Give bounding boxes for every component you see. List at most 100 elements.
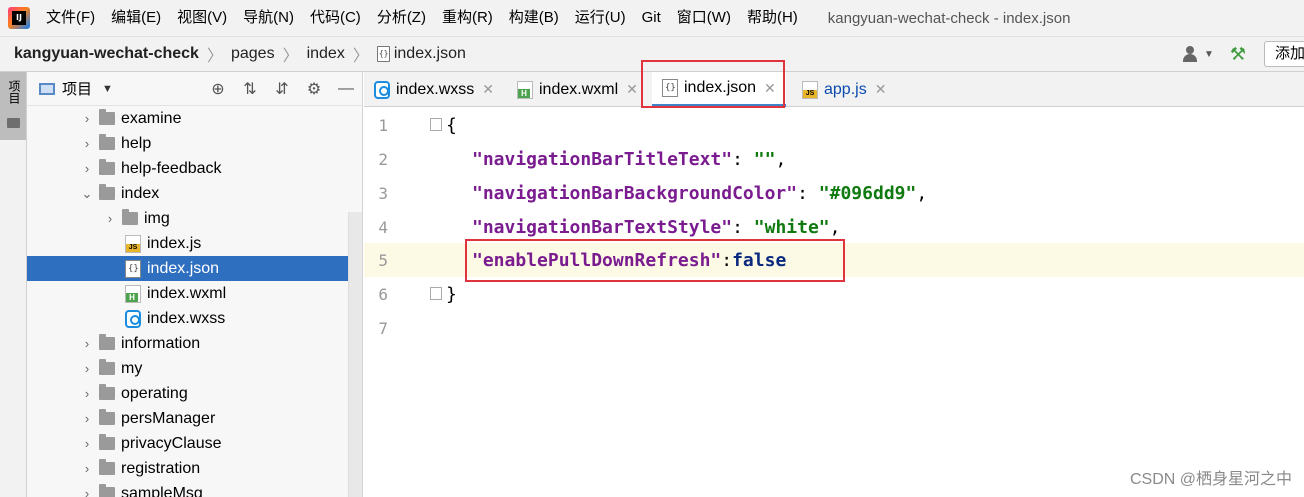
folder-icon <box>99 484 115 497</box>
json-value: "#096dd9" <box>818 182 917 204</box>
editor-tab-bar: index.wxss ✕ index.wxml ✕ index.json ✕ a… <box>364 72 1304 107</box>
tree-item-privacyclause[interactable]: › privacyClause <box>27 431 349 456</box>
fold-marker-icon[interactable] <box>430 287 442 300</box>
json-value: false <box>732 249 787 271</box>
user-icon[interactable] <box>1182 46 1200 62</box>
project-tool-label: 项目 <box>7 80 21 104</box>
chevron-right-icon[interactable]: › <box>79 111 95 126</box>
tree-item-operating[interactable]: › operating <box>27 381 349 406</box>
chevron-right-icon[interactable]: › <box>79 136 95 151</box>
expand-all-icon[interactable]: ⇅ <box>234 79 266 99</box>
chevron-down-icon[interactable]: ▼ <box>102 83 113 95</box>
tree-item-label: index.json <box>147 259 220 277</box>
build-hammer-icon[interactable]: ⚒ <box>1230 44 1246 65</box>
minimize-icon[interactable]: — <box>330 80 362 98</box>
menu-view[interactable]: 视图(V) <box>169 0 235 36</box>
tree-item-examine[interactable]: › examine <box>27 106 349 131</box>
menu-file[interactable]: 文件(F) <box>38 0 103 36</box>
chevron-down-icon[interactable]: ⌄ <box>79 186 95 202</box>
project-panel: 项目 ▼ ⊕ ⇅ ⇵ ⚙ — › examine › help › help-f… <box>27 72 363 497</box>
wxss-file-icon <box>125 309 141 328</box>
chevron-right-icon[interactable]: › <box>79 486 95 497</box>
tree-item-label: help-feedback <box>121 159 222 177</box>
tree-item-label: persManager <box>121 409 216 427</box>
chevron-right-icon[interactable]: › <box>79 411 95 426</box>
line-number: 7 <box>378 318 388 338</box>
tab-index-json[interactable]: index.json ✕ <box>652 72 786 107</box>
breadcrumb-file[interactable]: index.json <box>394 45 466 63</box>
menu-refactor[interactable]: 重构(R) <box>434 0 501 36</box>
tree-item-label: registration <box>121 459 201 477</box>
code-editor[interactable]: 1 { 2 "navigationBarTitleText": "", 3 "n… <box>364 108 1304 497</box>
collapse-all-icon[interactable]: ⇵ <box>266 79 298 99</box>
menu-analyze[interactable]: 分析(Z) <box>369 0 434 36</box>
json-separator: : <box>721 249 733 271</box>
tree-item-registration[interactable]: › registration <box>27 456 349 481</box>
chevron-right-icon[interactable]: › <box>79 436 95 451</box>
left-tool-strip: 项目 <box>0 72 27 497</box>
chevron-right-icon[interactable]: › <box>79 361 95 376</box>
breadcrumb-separator-icon: 〉 <box>282 48 299 65</box>
tree-item-index[interactable]: ⌄ index <box>27 181 349 206</box>
folder-icon <box>99 434 115 450</box>
tree-item-information[interactable]: › information <box>27 331 349 356</box>
menu-bar: IJ 文件(F) 编辑(E) 视图(V) 导航(N) 代码(C) 分析(Z) 重… <box>0 0 1304 36</box>
tab-index-wxml[interactable]: index.wxml ✕ <box>507 72 648 107</box>
chevron-right-icon[interactable]: › <box>79 161 95 176</box>
tab-app-js[interactable]: app.js ✕ <box>792 72 896 107</box>
menu-navigate[interactable]: 导航(N) <box>235 0 302 36</box>
breadcrumb-project[interactable]: kangyuan-wechat-check <box>14 45 199 63</box>
tree-item-label: privacyClause <box>121 434 222 452</box>
tree-item-help-feedback[interactable]: › help-feedback <box>27 156 349 181</box>
locate-target-icon[interactable]: ⊕ <box>202 79 234 99</box>
wxml-file-icon <box>125 284 141 303</box>
tab-index-wxss[interactable]: index.wxss ✕ <box>364 72 504 107</box>
tree-item-label: index.js <box>147 234 202 252</box>
tree-item-index-json[interactable]: index.json <box>27 256 349 281</box>
menu-help[interactable]: 帮助(H) <box>739 0 806 36</box>
close-icon[interactable]: ✕ <box>764 80 776 97</box>
tree-item-img[interactable]: › img <box>27 206 349 231</box>
menu-window[interactable]: 窗口(W) <box>669 0 739 36</box>
gear-icon[interactable]: ⚙ <box>298 79 330 99</box>
close-icon[interactable]: ✕ <box>626 81 638 98</box>
breadcrumb-index[interactable]: index <box>307 45 345 63</box>
tree-item-index-js[interactable]: index.js <box>27 231 349 256</box>
tree-item-label: my <box>121 359 143 377</box>
breadcrumb-pages[interactable]: pages <box>231 45 275 63</box>
tree-item-samplemsg[interactable]: › sampleMsg <box>27 481 349 497</box>
code-line-5: 5 "enablePullDownRefresh":false <box>364 243 1304 277</box>
tree-item-my[interactable]: › my <box>27 356 349 381</box>
menu-edit[interactable]: 编辑(E) <box>103 0 169 36</box>
folder-icon <box>99 109 115 125</box>
json-comma: , <box>775 148 787 170</box>
tree-item-persmanager[interactable]: › persManager <box>27 406 349 431</box>
tab-label: index.json <box>684 79 757 96</box>
project-panel-title[interactable]: 项目 <box>62 78 92 99</box>
menu-git[interactable]: Git <box>634 0 669 36</box>
close-icon[interactable]: ✕ <box>482 81 494 98</box>
close-icon[interactable]: ✕ <box>875 81 887 98</box>
tree-item-index-wxml[interactable]: index.wxml <box>27 281 349 306</box>
menu-build[interactable]: 构建(B) <box>501 0 567 36</box>
folder-icon <box>99 184 115 200</box>
fold-marker-icon[interactable] <box>430 118 442 131</box>
chevron-down-icon[interactable]: ▼ <box>1204 49 1214 60</box>
folder-icon <box>99 409 115 425</box>
menu-run[interactable]: 运行(U) <box>567 0 634 36</box>
json-file-icon <box>376 46 390 62</box>
add-configuration-button[interactable]: 添加 <box>1264 41 1304 67</box>
chevron-right-icon[interactable]: › <box>79 461 95 476</box>
line-number: 4 <box>378 217 388 237</box>
project-tool-tab[interactable]: 项目 <box>0 72 26 140</box>
project-panel-scrollbar[interactable] <box>348 212 362 497</box>
project-panel-header: 项目 ▼ ⊕ ⇅ ⇵ ⚙ — <box>27 72 362 106</box>
chevron-right-icon[interactable]: › <box>79 336 95 351</box>
chevron-right-icon[interactable]: › <box>102 211 118 226</box>
tree-item-index-wxss[interactable]: index.wxss <box>27 306 349 331</box>
json-value: "" <box>753 148 776 170</box>
chevron-right-icon[interactable]: › <box>79 386 95 401</box>
tree-item-help[interactable]: › help <box>27 131 349 156</box>
code-line-3: 3 "navigationBarBackgroundColor": "#096d… <box>364 176 1304 210</box>
menu-code[interactable]: 代码(C) <box>302 0 369 36</box>
